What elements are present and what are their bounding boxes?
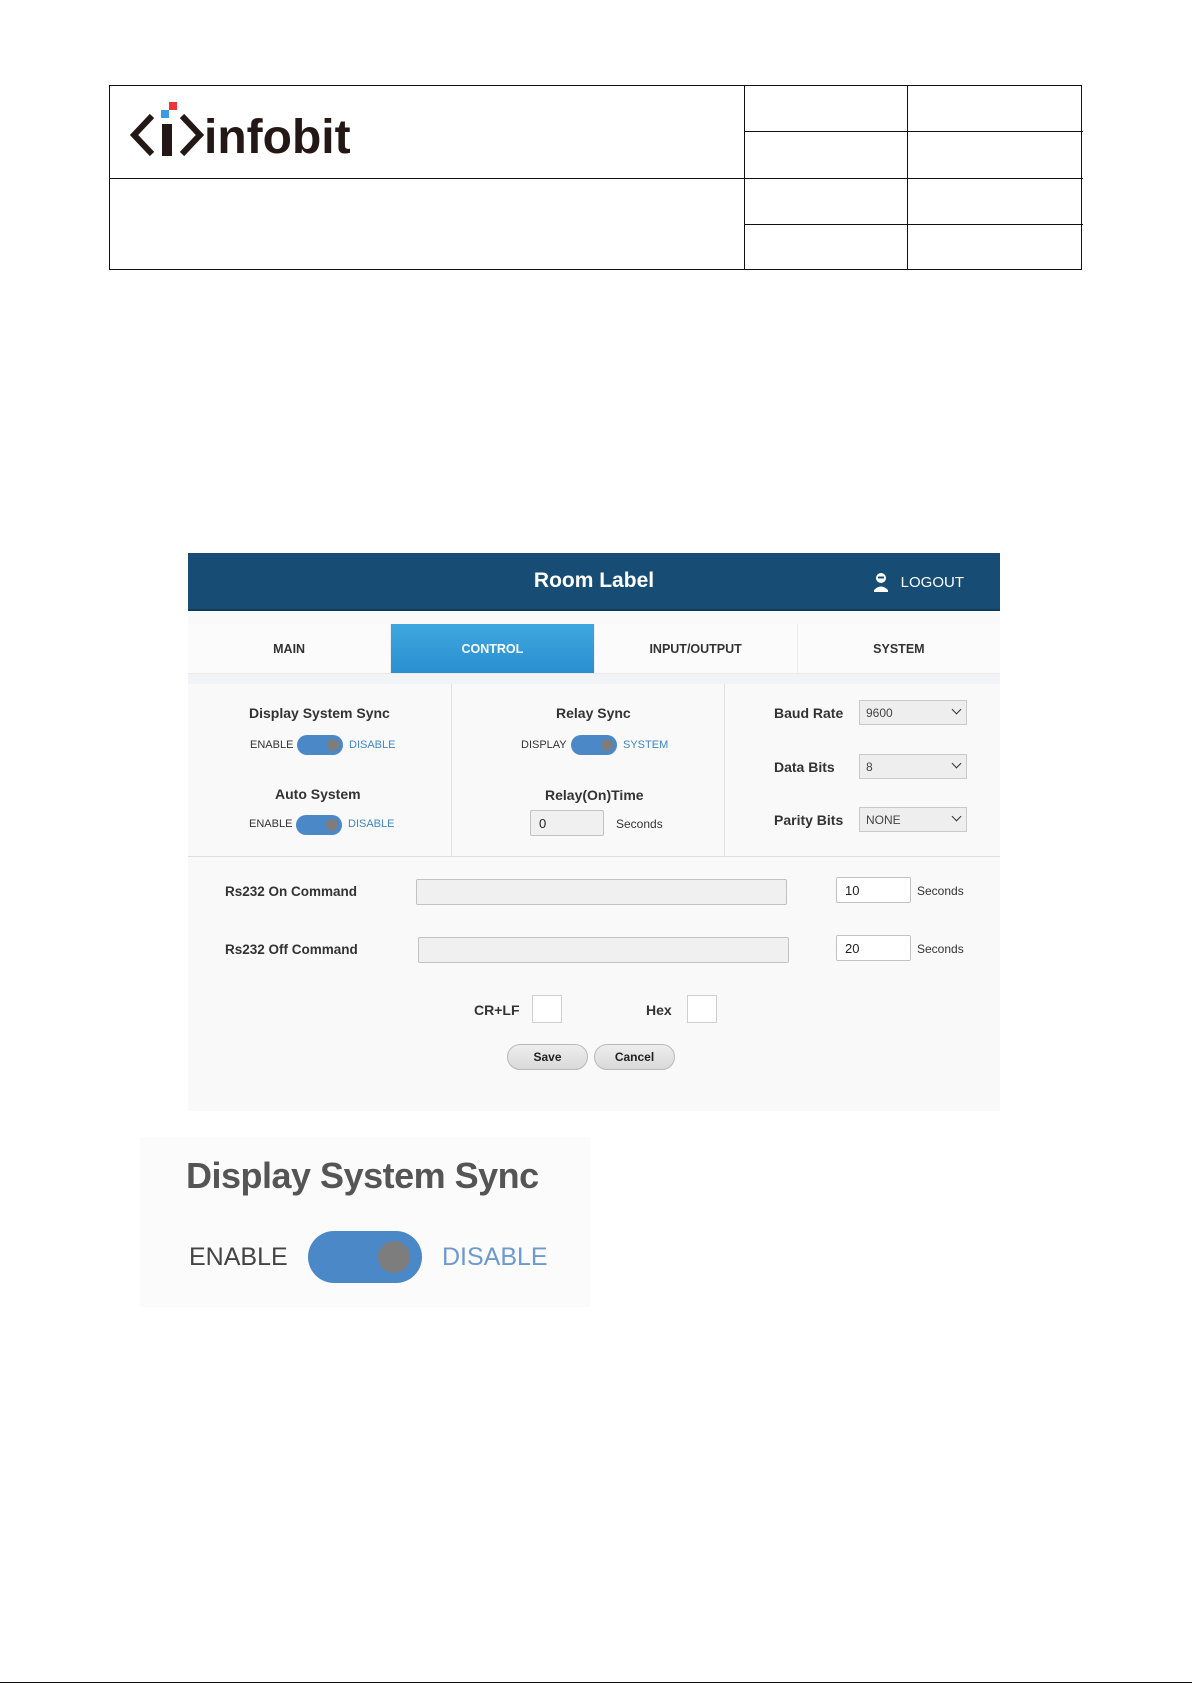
column-divider xyxy=(451,684,452,856)
relay-on-time-input[interactable] xyxy=(530,810,604,836)
tab-main[interactable]: MAIN xyxy=(188,624,392,673)
tab-input-output[interactable]: INPUT/OUTPUT xyxy=(595,624,798,673)
rs232-off-command-label: Rs232 Off Command xyxy=(225,942,358,957)
chevron-down-icon xyxy=(951,704,962,715)
display-system-sync-toggle[interactable] xyxy=(297,735,343,755)
toggle-knob xyxy=(327,739,339,751)
hex-checkbox[interactable] xyxy=(687,995,717,1023)
table-divider xyxy=(744,131,1083,132)
relay-sync-toggle[interactable] xyxy=(571,735,617,755)
data-bits-value: 8 xyxy=(866,760,873,774)
rs232-on-command-input[interactable] xyxy=(416,879,787,905)
logout-button[interactable]: LOGOUT xyxy=(871,571,964,593)
relay-on-time-label: Relay(On)Time xyxy=(545,787,644,803)
cancel-button[interactable]: Cancel xyxy=(594,1044,675,1070)
data-bits-label: Data Bits xyxy=(774,759,835,775)
relay-seconds-label: Seconds xyxy=(616,817,663,831)
data-bits-select[interactable]: 8 xyxy=(859,754,967,779)
logo-wordmark: infobit xyxy=(204,111,351,164)
zoom-enable-label: ENABLE xyxy=(189,1243,288,1271)
rs232-on-seconds-label: Seconds xyxy=(917,884,964,898)
parity-bits-value: NONE xyxy=(866,813,901,827)
save-button[interactable]: Save xyxy=(507,1044,588,1070)
display-system-sync-label: Display System Sync xyxy=(249,705,390,721)
relay-sync-system-label: SYSTEM xyxy=(623,739,669,751)
hex-label: Hex xyxy=(646,1002,672,1018)
baud-rate-select[interactable]: 9600 xyxy=(859,700,967,725)
baud-rate-label: Baud Rate xyxy=(774,705,844,721)
parity-bits-label: Parity Bits xyxy=(774,812,844,828)
column-divider xyxy=(724,684,725,856)
auto-system-disable-label: DISABLE xyxy=(348,818,395,830)
user-icon xyxy=(871,571,891,593)
auto-system-toggle[interactable] xyxy=(296,815,342,835)
table-divider xyxy=(744,224,1083,225)
infobit-logo: infobit xyxy=(130,102,370,166)
display-sync-enable-label: ENABLE xyxy=(250,739,294,751)
relay-sync-label: Relay Sync xyxy=(556,705,631,721)
document-header-table: infobit xyxy=(109,85,1083,270)
auto-system-enable-label: ENABLE xyxy=(249,818,293,830)
crlf-checkbox[interactable] xyxy=(532,995,562,1023)
toggle-knob xyxy=(378,1241,410,1273)
rs232-off-delay-input[interactable] xyxy=(836,935,911,961)
rs232-off-command-input[interactable] xyxy=(418,937,789,963)
footer-rule xyxy=(0,1682,1192,1683)
tab-system[interactable]: SYSTEM xyxy=(798,624,1000,673)
toggle-knob xyxy=(326,819,338,831)
settings-row: Display System Sync ENABLE DISABLE Auto … xyxy=(188,684,1000,857)
display-sync-disable-label: DISABLE xyxy=(349,739,396,751)
parity-bits-select[interactable]: NONE xyxy=(859,807,967,832)
baud-rate-value: 9600 xyxy=(866,706,893,720)
table-divider xyxy=(110,178,1083,179)
zoom-title: Display System Sync xyxy=(186,1155,539,1196)
display-system-sync-zoom: Display System Sync ENABLE DISABLE xyxy=(140,1137,590,1307)
rs232-off-seconds-label: Seconds xyxy=(917,942,964,956)
toggle-knob xyxy=(601,739,613,751)
zoom-disable-label: DISABLE xyxy=(442,1243,548,1271)
chevron-down-icon xyxy=(951,811,962,822)
relay-sync-display-label: DISPLAY xyxy=(521,739,567,751)
control-page-screenshot: Room Label LOGOUT MAIN CONTROL INPUT/OUT… xyxy=(188,553,1000,1111)
logout-label: LOGOUT xyxy=(900,573,964,591)
rs232-on-delay-input[interactable] xyxy=(836,877,911,903)
auto-system-label: Auto System xyxy=(275,786,361,802)
rs232-on-command-label: Rs232 On Command xyxy=(225,884,358,899)
app-header: Room Label LOGOUT xyxy=(188,553,1000,611)
tab-underline-strip xyxy=(188,674,1000,684)
tab-bar: MAIN CONTROL INPUT/OUTPUT SYSTEM xyxy=(188,624,1000,674)
chevron-down-icon xyxy=(951,758,962,769)
crlf-label: CR+LF xyxy=(474,1002,520,1018)
zoom-toggle xyxy=(308,1231,422,1283)
tab-control[interactable]: CONTROL xyxy=(391,624,595,673)
